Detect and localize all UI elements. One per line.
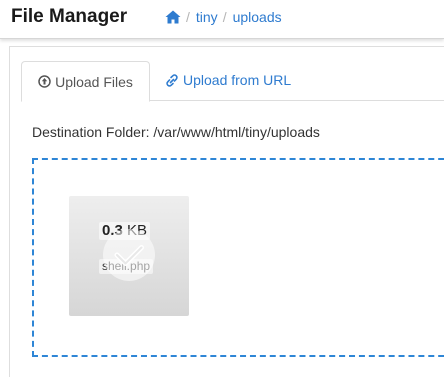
breadcrumb-link-uploads[interactable]: uploads — [233, 9, 282, 25]
link-icon — [166, 73, 178, 87]
tab-upload-files[interactable]: Upload Files — [21, 61, 150, 102]
breadcrumb-link-tiny[interactable]: tiny — [196, 9, 218, 25]
top-navbar: File Manager / tiny / uploads — [0, 0, 444, 39]
breadcrumb-separator: / — [186, 9, 190, 25]
breadcrumb: / tiny / uploads — [165, 9, 282, 25]
upload-dropzone[interactable]: 0.3 KB shell.php — [32, 158, 444, 357]
home-icon[interactable] — [165, 10, 181, 24]
tab-label: Upload Files — [55, 73, 133, 90]
upload-circle-icon — [38, 75, 51, 88]
tab-upload-from-url[interactable]: Upload from URL — [165, 61, 291, 99]
upload-panel: Upload Files Upload from URL Destination… — [9, 46, 444, 377]
uploaded-file-preview: 0.3 KB shell.php — [69, 196, 189, 316]
app-title: File Manager — [11, 6, 128, 27]
destination-folder-label: Destination Folder: /var/www/html/tiny/u… — [32, 124, 320, 140]
upload-tabs: Upload Files Upload from URL — [21, 61, 444, 102]
tab-label: Upload from URL — [183, 72, 292, 88]
breadcrumb-separator: / — [222, 9, 227, 25]
checkmark-icon — [103, 229, 155, 281]
